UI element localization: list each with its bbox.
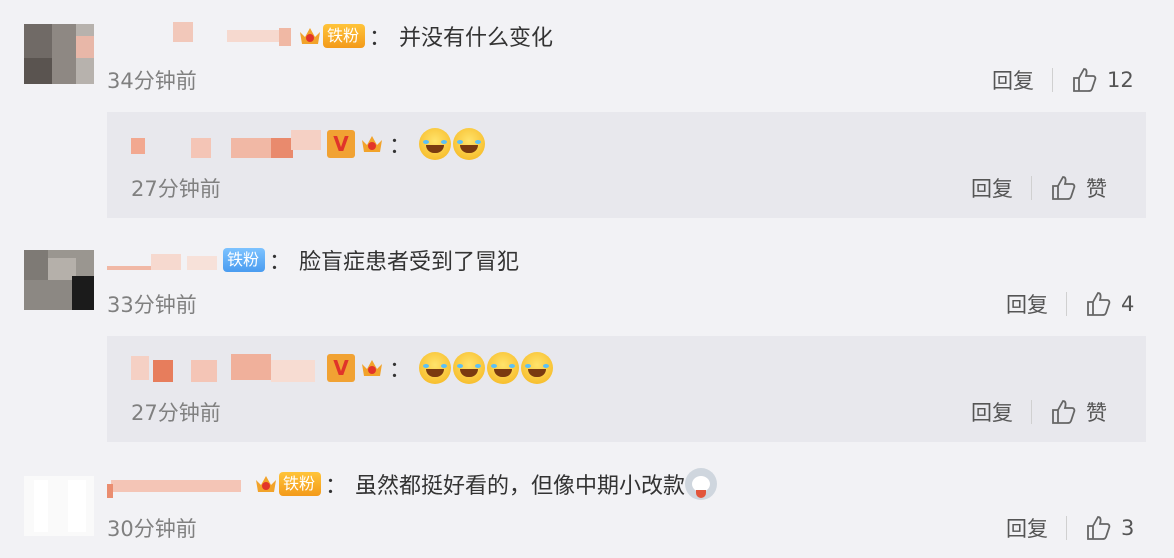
crown-badge-icon <box>359 131 385 157</box>
iron-fan-badge: 铁粉 <box>323 24 366 48</box>
laughing-crying-emoji <box>453 128 486 160</box>
like-count: 4 <box>1121 292 1135 316</box>
reply-button[interactable]: 回复 <box>992 65 1034 95</box>
thumb-up-icon[interactable] <box>1050 175 1076 201</box>
thumb-up-icon[interactable] <box>1085 515 1111 541</box>
like-count: 3 <box>1121 516 1135 540</box>
timestamp: 27分钟前 <box>131 177 221 201</box>
laughing-crying-emoji <box>521 352 554 384</box>
username-blurred[interactable] <box>131 354 321 382</box>
like-button-label[interactable]: 赞 <box>1086 397 1107 427</box>
timestamp: 33分钟前 <box>107 293 197 317</box>
laughing-crying-emoji <box>487 352 520 384</box>
like-count: 12 <box>1107 68 1134 92</box>
timestamp: 27分钟前 <box>131 401 221 425</box>
reply-box: V ： 27分钟前 回复 赞 <box>107 112 1146 218</box>
husky-emoji <box>685 468 718 500</box>
comment-item: 铁粉 ： 并没有什么变化 34分钟前 回复 12 V ： 27分钟前 回复 赞 <box>0 0 1174 220</box>
colon: ： <box>369 26 392 51</box>
username-blurred[interactable] <box>107 470 249 498</box>
divider <box>1066 516 1067 540</box>
reply-box: V ： 27分钟前 回复 赞 <box>107 336 1146 442</box>
crown-badge-icon <box>253 471 279 497</box>
reply-button[interactable]: 回复 <box>1006 513 1048 543</box>
colon: ： <box>389 358 412 383</box>
avatar[interactable] <box>24 24 94 84</box>
reply-button[interactable]: 回复 <box>1006 289 1048 319</box>
timestamp: 34分钟前 <box>107 69 197 93</box>
username-blurred[interactable] <box>107 22 293 50</box>
username-blurred[interactable] <box>131 130 321 158</box>
v-verified-icon: V <box>327 130 355 158</box>
divider <box>1031 400 1032 424</box>
laughing-crying-emoji <box>453 352 486 384</box>
comment-item: 铁粉 ： 虽然都挺好看的，但像中期小改款 30分钟前 回复 3 <box>0 456 1174 558</box>
iron-fan-badge: 铁粉 <box>279 472 322 496</box>
colon: ： <box>389 134 412 159</box>
comment-item: 铁粉 ： 脸盲症患者受到了冒犯 33分钟前 回复 4 V ： 27分钟前 回复 … <box>0 232 1174 442</box>
thumb-up-icon[interactable] <box>1050 399 1076 425</box>
reply-button[interactable]: 回复 <box>971 397 1013 427</box>
iron-fan-badge: 铁粉 <box>223 248 266 272</box>
v-verified-icon: V <box>327 354 355 382</box>
colon: ： <box>325 474 348 499</box>
comment-text: 脸盲症患者受到了冒犯 <box>299 250 520 275</box>
laughing-crying-emoji <box>419 128 452 160</box>
thumb-up-icon[interactable] <box>1085 291 1111 317</box>
laughing-crying-emoji <box>419 352 452 384</box>
comment-text: 并没有什么变化 <box>399 26 554 51</box>
like-button-label[interactable]: 赞 <box>1086 173 1107 203</box>
timestamp: 30分钟前 <box>107 517 197 541</box>
username-blurred[interactable] <box>107 246 223 274</box>
comment-text: 虽然都挺好看的，但像中期小改款 <box>355 474 686 499</box>
avatar[interactable] <box>24 476 94 536</box>
divider <box>1031 176 1032 200</box>
divider <box>1052 68 1053 92</box>
crown-badge-icon <box>297 23 323 49</box>
colon: ： <box>269 250 292 275</box>
avatar[interactable] <box>24 250 94 310</box>
crown-badge-icon <box>359 355 385 381</box>
thumb-up-icon[interactable] <box>1071 67 1097 93</box>
divider <box>1066 292 1067 316</box>
reply-button[interactable]: 回复 <box>971 173 1013 203</box>
